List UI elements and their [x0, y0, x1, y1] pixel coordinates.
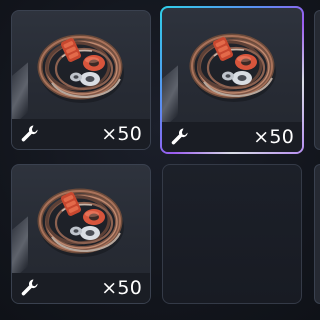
item-quantity: ×50: [101, 277, 142, 299]
copper-wire-coil-icon: [184, 20, 284, 110]
wrench-icon: [21, 279, 38, 296]
slot-footer: ×50: [12, 273, 150, 303]
inventory-slot-4-empty[interactable]: [162, 164, 302, 304]
inventory-slot-partial[interactable]: [314, 164, 320, 304]
copper-wire-coil-icon: [32, 175, 132, 265]
inventory-grid: ×50 ×50 ×50: [0, 0, 320, 320]
inventory-slot-3[interactable]: ×50: [11, 164, 151, 304]
wrench-icon: [171, 128, 188, 145]
item-quantity: ×50: [101, 123, 142, 145]
copper-wire-coil-icon: [32, 21, 132, 111]
wrench-icon: [21, 125, 38, 142]
inventory-slot-partial[interactable]: [314, 10, 320, 150]
inventory-slot-1[interactable]: ×50: [11, 10, 151, 150]
inventory-slot-2-selected[interactable]: ×50: [160, 6, 304, 154]
slot-footer: ×50: [12, 119, 150, 149]
item-quantity: ×50: [253, 126, 294, 148]
slot-footer: ×50: [162, 122, 302, 152]
